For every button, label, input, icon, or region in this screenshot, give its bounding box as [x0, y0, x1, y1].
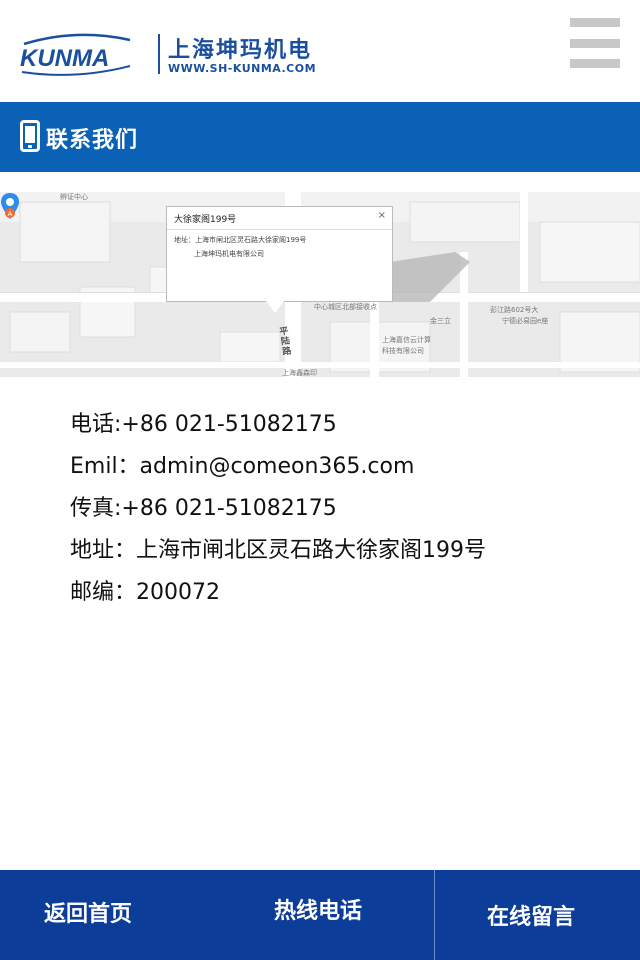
- menu-bar: [570, 59, 620, 68]
- nav-home-button[interactable]: 返回首页: [44, 870, 132, 960]
- map-poi-label: 辨证中心: [60, 193, 88, 201]
- logo-divider: [158, 34, 160, 74]
- contact-phone[interactable]: 电话:+86 021-51082175: [70, 404, 610, 446]
- nav-divider: [434, 870, 435, 960]
- map-poi-label: 科技有限公司: [382, 347, 424, 355]
- map-poi-label: 上海嘉信云计算: [382, 336, 431, 344]
- bottom-nav: 返回首页 热线电话 在线留言: [0, 870, 640, 960]
- mobile-phone-icon: [20, 120, 40, 152]
- map-poi-label: 宁德必易园e座: [502, 317, 549, 325]
- header: KUNMA 上海坤玛机电 WWW.SH-KUNMA.COM: [0, 0, 640, 102]
- popup-address: 地址：上海市闸北区灵石路大徐家阁199号: [174, 236, 307, 244]
- map-pin-icon[interactable]: A: [0, 192, 20, 220]
- menu-bar: [570, 18, 620, 27]
- section-title-bar: 联系我们: [0, 102, 640, 172]
- popup-pointer: [266, 301, 284, 313]
- map-info-popup: 大徐家阁199号 × 地址：上海市闸北区灵石路大徐家阁199号 上海坤玛机电有限…: [166, 206, 393, 302]
- site-logo[interactable]: KUNMA 上海坤玛机电 WWW.SH-KUNMA.COM: [18, 30, 316, 80]
- logo-brand-text: KUNMA: [20, 45, 109, 72]
- popup-company: 上海坤玛机电有限公司: [194, 250, 264, 258]
- location-map[interactable]: 辨证中心 中心城区北部接收点 彭江路602号大 宁德必易园e座 金三立 上海嘉信…: [0, 192, 640, 377]
- hamburger-menu-icon[interactable]: [570, 18, 620, 68]
- close-icon[interactable]: ×: [378, 210, 386, 221]
- logo-chinese-name: 上海坤玛机电: [168, 38, 313, 63]
- contact-address: 地址：上海市闸北区灵石路大徐家阁199号: [70, 538, 486, 563]
- contact-fax: 传真:+86 021-51082175: [70, 496, 337, 521]
- map-poi-label: 中心城区北部接收点: [314, 303, 377, 311]
- contact-email[interactable]: Emil：admin@comeon365.com: [70, 446, 610, 488]
- map-poi-label: 上海鑫森印: [282, 369, 317, 377]
- section-title: 联系我们: [46, 128, 139, 153]
- menu-bar: [570, 39, 620, 48]
- map-poi-label: 金三立: [430, 317, 451, 325]
- kunma-logo-icon: KUNMA: [20, 33, 131, 76]
- nav-message-button[interactable]: 在线留言: [487, 873, 575, 960]
- map-poi-label: 彭江路602号大: [490, 306, 539, 314]
- contact-info: 电话:+86 021-51082175 Emil：admin@comeon365…: [70, 404, 610, 614]
- contact-postcode: 邮编：200072: [70, 580, 220, 605]
- nav-hotline-button[interactable]: 热线电话: [274, 867, 362, 957]
- popup-title: 大徐家阁199号: [174, 215, 237, 225]
- map-pin-label: A: [8, 211, 13, 218]
- popup-divider: [167, 229, 392, 230]
- logo-url: WWW.SH-KUNMA.COM: [168, 62, 317, 75]
